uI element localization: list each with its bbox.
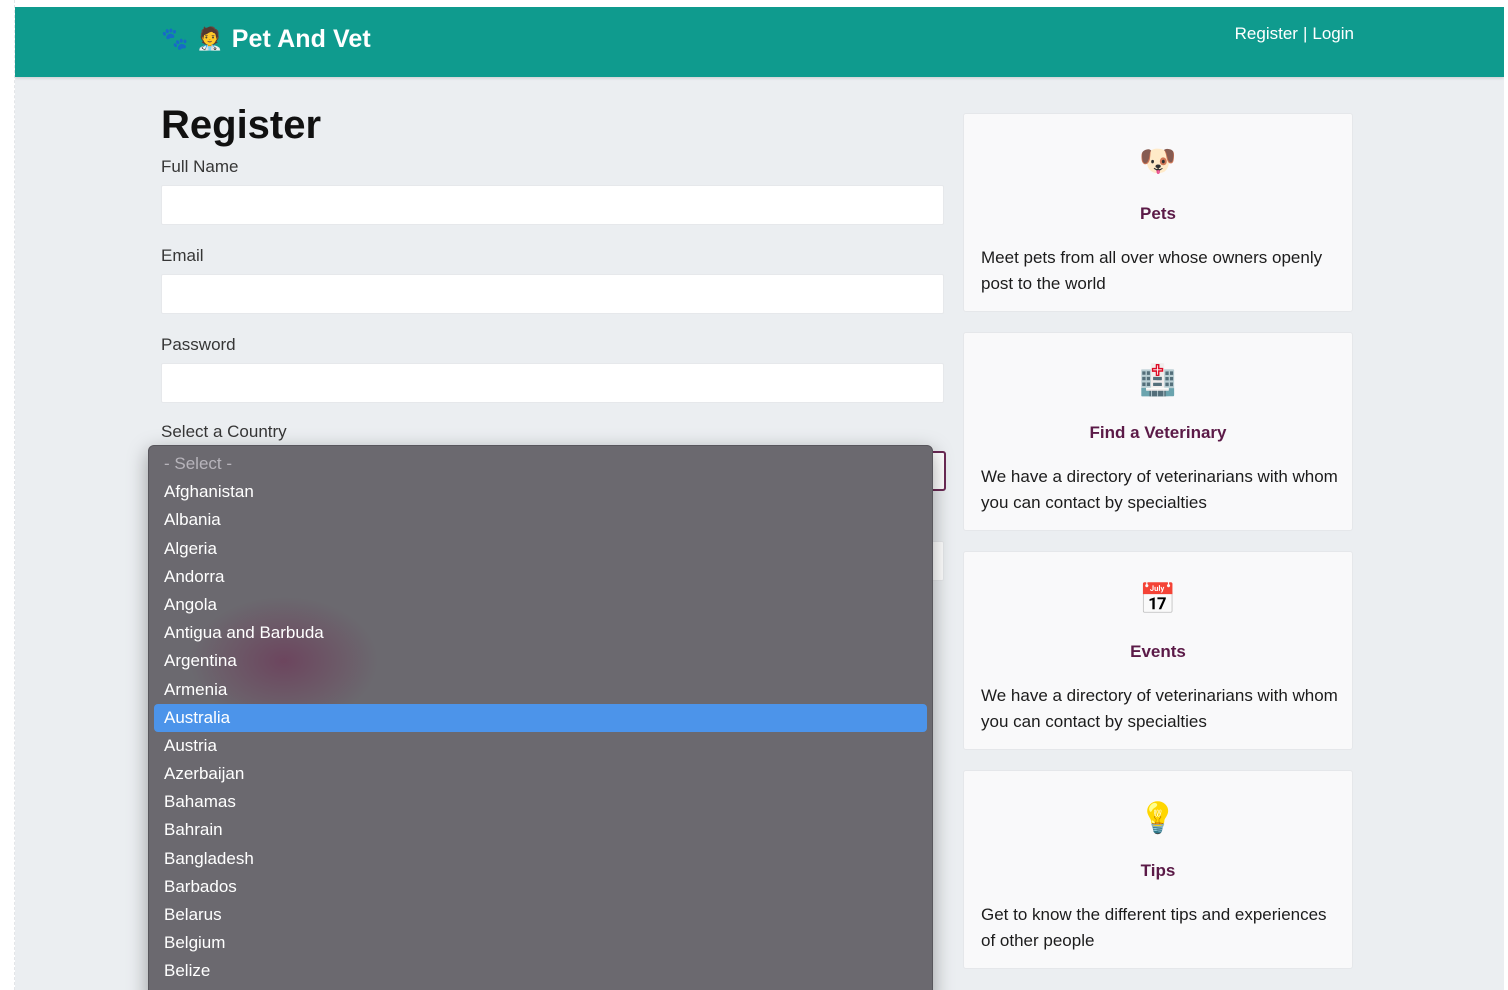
card-text: We have a directory of veterinarians wit… (981, 467, 1338, 512)
country-option[interactable]: Armenia (154, 676, 927, 704)
country-option[interactable]: Bahrain (154, 816, 927, 844)
window-gutter (0, 0, 15, 990)
brand[interactable]: 🐾 🧑‍⚕️ Pet And Vet (161, 25, 371, 54)
card-title: Events (1130, 642, 1186, 661)
country-option[interactable]: Bangladesh (154, 845, 927, 873)
login-link[interactable]: Login (1312, 24, 1354, 44)
country-option[interactable]: Belarus (154, 901, 927, 929)
page: 🐾 🧑‍⚕️ Pet And Vet Register | Login Regi… (15, 7, 1504, 990)
country-option[interactable]: Angola (154, 591, 927, 619)
full-name-input[interactable] (161, 185, 944, 225)
country-option[interactable]: Andorra (154, 563, 927, 591)
light-bulb-icon: 💡 (1139, 801, 1177, 836)
card-tips[interactable]: 💡 Tips Get to know the different tips an… (963, 770, 1353, 969)
password-input[interactable] (161, 363, 944, 403)
country-option[interactable]: Algeria (154, 535, 927, 563)
full-name-label: Full Name (161, 157, 239, 176)
country-option[interactable]: Azerbaijan (154, 760, 927, 788)
country-dropdown-list[interactable]: - Select - Afghanistan Albania Algeria Andor… (148, 445, 933, 990)
card-events[interactable]: 📅 Events We have a directory of veterina… (963, 551, 1353, 750)
country-option[interactable]: Belgium (154, 929, 927, 957)
navbar: 🐾 🧑‍⚕️ Pet And Vet Register | Login (15, 7, 1504, 77)
card-text: We have a directory of veterinarians wit… (981, 686, 1338, 731)
card-find-veterinary[interactable]: 🏥 Find a Veterinary We have a directory … (963, 332, 1353, 531)
country-option[interactable]: Albania (154, 506, 927, 534)
country-options: - Select - Afghanistan Albania Algeria Andor… (149, 446, 932, 986)
card-title: Find a Veterinary (1089, 423, 1227, 442)
page-title: Register (161, 103, 322, 147)
card-pets[interactable]: 🐶 Pets Meet pets from all over whose own… (963, 113, 1353, 312)
country-option[interactable]: Austria (154, 732, 927, 760)
country-option[interactable]: Argentina (154, 647, 927, 675)
paw-doctor-icon: 🐾 🧑‍⚕️ (161, 27, 224, 52)
card-title: Tips (1140, 861, 1176, 880)
country-label: Select a Country (161, 422, 287, 441)
email-label: Email (161, 246, 204, 265)
country-option[interactable]: Bahamas (154, 788, 927, 816)
card-title: Pets (1140, 204, 1176, 223)
dog-face-icon: 🐶 (1139, 144, 1177, 179)
country-option[interactable]: Barbados (154, 873, 927, 901)
card-text: Meet pets from all over whose owners ope… (981, 248, 1323, 293)
hospital-icon: 🏥 (1139, 363, 1177, 398)
calendar-icon: 📅 (1139, 582, 1177, 617)
email-input[interactable] (161, 274, 944, 314)
register-link[interactable]: Register (1235, 24, 1298, 44)
country-option[interactable]: Antigua and Barbuda (154, 619, 927, 647)
nav-separator: | (1302, 24, 1308, 43)
brand-title: Pet And Vet (231, 25, 371, 53)
auth-links: Register | Login (1235, 24, 1354, 44)
country-option[interactable]: Afghanistan (154, 478, 927, 506)
country-option[interactable]: Australia (154, 703, 927, 732)
country-option-placeholder[interactable]: - Select - (154, 450, 927, 478)
card-text: Get to know the different tips and exper… (981, 905, 1327, 950)
country-option[interactable]: Belize (154, 957, 927, 985)
password-label: Password (161, 335, 236, 354)
